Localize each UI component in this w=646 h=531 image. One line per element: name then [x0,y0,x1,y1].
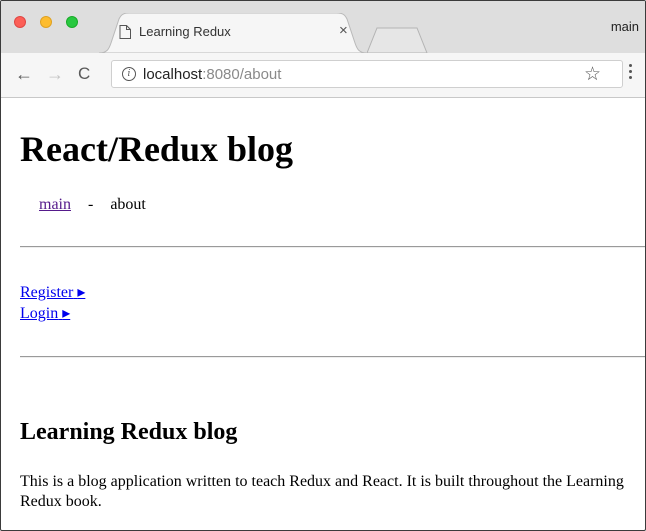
tab-title: Learning Redux [139,24,231,39]
url-port-path: :8080/about [202,66,282,83]
tab-close-icon[interactable]: × [339,22,348,39]
info-icon[interactable]: i [122,67,136,81]
forward-arrow-icon[interactable]: → [46,65,64,83]
nav-link-main[interactable]: main [39,196,71,213]
url-text[interactable]: localhost:8080/about [143,66,281,83]
login-link[interactable]: Login ▸ [20,303,85,324]
nav-current-about: about [110,196,146,213]
tab-learning-redux[interactable]: Learning Redux × [99,13,367,53]
tab-strip: Learning Redux × main [1,1,645,53]
browser-window: Learning Redux × main ← → C i localhost:… [0,0,646,531]
back-arrow-icon[interactable]: ← [15,65,33,83]
nav-separator: - [88,196,94,213]
blog-description: This is a blog application written to te… [20,473,624,510]
login-label: Login [20,305,59,322]
document-icon [119,25,131,44]
page-title: React/Redux blog [20,129,293,169]
address-bar[interactable]: i localhost:8080/about ☆ [111,60,623,88]
section-heading: Learning Redux blog [20,419,238,445]
register-arrow-icon: ▸ [77,284,86,301]
divider [20,246,645,248]
profile-label[interactable]: main [611,19,639,34]
register-link[interactable]: Register ▸ [20,282,85,303]
new-tab-button[interactable] [367,27,431,53]
divider [20,356,645,358]
login-arrow-icon: ▸ [62,305,71,322]
site-nav: main - about [39,196,146,214]
window-minimize-button[interactable] [40,16,52,28]
window-maximize-button[interactable] [66,16,78,28]
reload-icon[interactable]: C [78,65,90,83]
more-menu-icon[interactable] [629,64,633,84]
bookmark-star-icon[interactable]: ☆ [584,63,601,86]
auth-links: Register ▸ Login ▸ [20,282,85,324]
url-host: localhost [143,66,203,83]
window-close-button[interactable] [14,16,26,28]
page-content: React/Redux blog main - about Register ▸ L… [1,98,645,530]
register-label: Register [20,284,74,301]
browser-toolbar: ← → C i localhost:8080/about ☆ [1,53,645,98]
